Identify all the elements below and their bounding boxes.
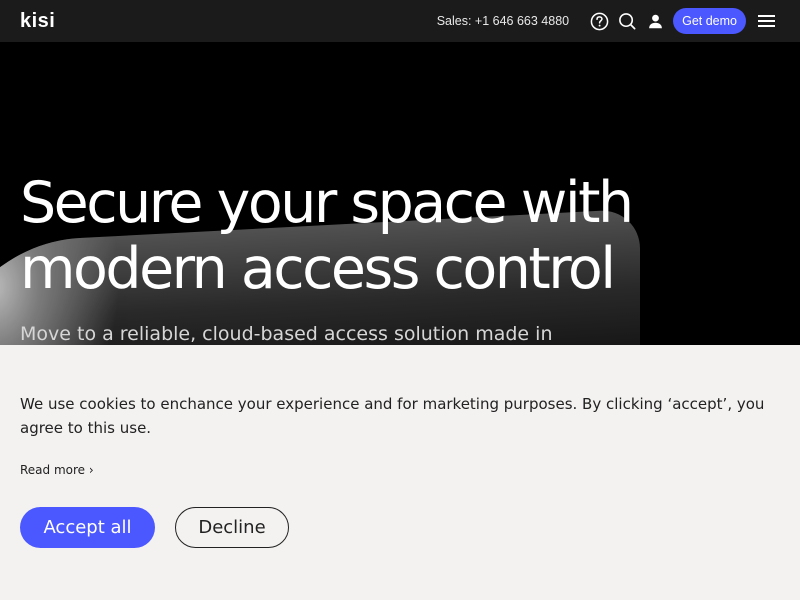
hero-section: Secure your space with modern access con…: [0, 42, 800, 345]
hero-headline-line1: Secure your space with: [20, 170, 634, 236]
user-icon[interactable]: [641, 7, 669, 35]
top-nav-actions: Sales: +1 646 663 4880 Get demo: [437, 7, 780, 35]
accept-all-button[interactable]: Accept all: [20, 507, 155, 548]
cookie-message: We use cookies to enchance your experien…: [20, 395, 765, 437]
hero-subheading: Move to a reliable, cloud-based access s…: [20, 323, 553, 345]
search-icon[interactable]: [613, 7, 641, 35]
sales-phone-link[interactable]: Sales: +1 646 663 4880: [437, 14, 569, 28]
get-demo-button[interactable]: Get demo: [673, 8, 746, 34]
hero-headline-line2: modern access control: [20, 236, 616, 302]
top-nav-bar: kisi Sales: +1 646 663 4880 Get demo: [0, 0, 800, 42]
decline-button[interactable]: Decline: [175, 507, 289, 548]
menu-icon[interactable]: [752, 7, 780, 35]
help-icon[interactable]: [585, 7, 613, 35]
hero-headline: Secure your space with modern access con…: [20, 170, 720, 302]
cookie-banner: We use cookies to enchance your experien…: [0, 345, 800, 600]
kisi-logo[interactable]: kisi: [20, 10, 55, 33]
read-more-link[interactable]: Read more ›: [20, 463, 94, 477]
